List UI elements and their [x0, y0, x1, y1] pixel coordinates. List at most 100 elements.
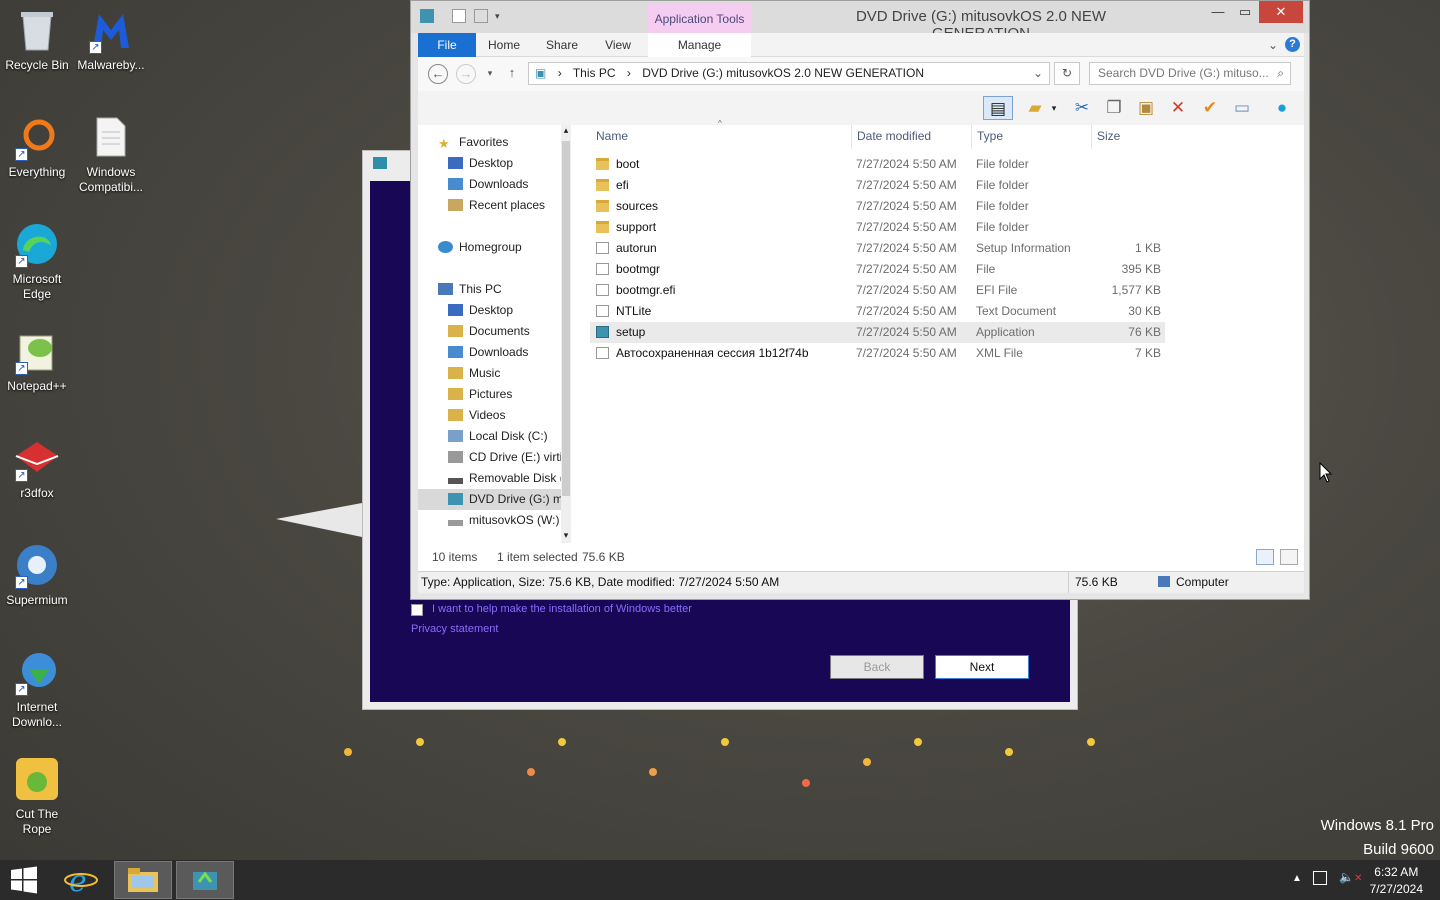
details-view-icon[interactable] [1256, 549, 1274, 565]
desktop-icon-everything[interactable]: ↗ Everything [0, 113, 74, 180]
nav-pc-pictures[interactable]: Pictures [448, 384, 578, 405]
nav-fav-recent[interactable]: Recent places [448, 195, 578, 216]
back-button[interactable]: Back [830, 655, 924, 679]
nav-local-disk[interactable]: Local Disk (C:) [448, 426, 578, 447]
desktop-icon-r3dfox[interactable]: ↗ r3dfox [0, 434, 74, 501]
application-tools-tab[interactable]: Application Tools [648, 4, 751, 34]
file-row[interactable]: bootmgr 7/27/2024 5:50 AM File 395 KB [590, 259, 1165, 280]
nav-pc-downloads[interactable]: Downloads [448, 342, 578, 363]
scroll-down-icon[interactable]: ▾ [561, 530, 571, 541]
desktop-icon-windows-compat[interactable]: Windows Compatibi... [74, 113, 148, 195]
tab-share[interactable]: Share [540, 33, 584, 57]
refresh-icon[interactable]: ↻ [1054, 62, 1080, 85]
copy-icon[interactable]: ❐ [1102, 96, 1126, 120]
file-row-selected[interactable]: setup 7/27/2024 5:50 AM Application 76 KB [590, 322, 1165, 343]
properties-icon[interactable] [452, 9, 466, 23]
column-name[interactable]: Name [596, 129, 628, 143]
privacy-statement-link[interactable]: Privacy statement [411, 623, 498, 635]
scroll-thumb[interactable] [562, 141, 570, 496]
start-button[interactable] [0, 861, 48, 899]
nav-fav-desktop[interactable]: Desktop [448, 153, 578, 174]
back-arrow-icon[interactable]: ← [428, 64, 448, 84]
breadcrumb-current[interactable]: DVD Drive (G:) mitusovkOS 2.0 NEW GENERA… [642, 66, 924, 80]
dropdown-icon[interactable]: ▾ [1048, 96, 1060, 120]
recent-locations-icon[interactable]: ▾ [480, 64, 500, 84]
help-icon[interactable]: ? [1285, 37, 1300, 52]
nav-fav-downloads[interactable]: Downloads [448, 174, 578, 195]
show-hidden-icons[interactable]: ▲ [1292, 873, 1302, 884]
next-button[interactable]: Next [935, 655, 1029, 679]
chevron-right-icon[interactable]: › [627, 66, 631, 80]
globe-icon[interactable]: ● [1270, 96, 1294, 120]
nav-mitusovkos[interactable]: mitusovkOS (W:) [448, 510, 563, 531]
expand-ribbon-icon[interactable]: ⌄ [1266, 33, 1280, 57]
taskbar-internet-explorer[interactable]: e [52, 861, 110, 899]
nav-scrollbar[interactable]: ▴ ▾ [561, 125, 571, 543]
desktop-icon-edge[interactable]: ↗ Microsoft Edge [0, 220, 74, 302]
improve-install-checkbox[interactable] [411, 604, 423, 616]
tab-home[interactable]: Home [482, 33, 526, 57]
desktop-icon-supermium[interactable]: ↗ Supermium [0, 541, 74, 608]
column-date[interactable]: Date modified [857, 129, 931, 143]
large-icons-view-icon[interactable] [1280, 549, 1298, 565]
taskbar-setup[interactable] [176, 861, 234, 899]
breadcrumb-this-pc[interactable]: This PC [573, 66, 616, 80]
column-separator[interactable] [971, 125, 972, 149]
column-separator[interactable] [1091, 125, 1092, 149]
scroll-up-icon[interactable]: ▴ [561, 125, 571, 136]
file-explorer-window[interactable]: ▾ Application Tools DVD Drive (G:) mitus… [410, 0, 1310, 600]
rename-icon[interactable]: ✔ [1198, 96, 1222, 120]
search-icon[interactable]: ⌕ [1277, 63, 1284, 84]
chevron-right-icon[interactable]: › [558, 66, 562, 80]
forward-arrow-icon[interactable]: → [456, 64, 476, 84]
new-folder-icon[interactable] [474, 9, 488, 23]
desktop-icon-cut-the-rope[interactable]: Cut The Rope [0, 755, 74, 837]
taskbar-file-explorer[interactable] [114, 861, 172, 899]
nav-dvd-drive[interactable]: DVD Drive (G:) m [418, 489, 563, 510]
file-row[interactable]: support 7/27/2024 5:50 AM File folder [590, 217, 1165, 238]
new-folder-icon[interactable]: ▰ [1023, 96, 1047, 120]
address-dropdown-icon[interactable]: ⌄ [1033, 63, 1043, 84]
desktop-icon-idm[interactable]: ↗ Internet Downlo... [0, 648, 74, 730]
up-arrow-icon[interactable]: ↑ [502, 64, 522, 84]
close-button[interactable]: ✕ [1259, 1, 1303, 23]
delete-icon[interactable]: ✕ [1166, 96, 1190, 120]
desktop-icon-notepadpp[interactable]: ↗ Notepad++ [0, 327, 74, 394]
file-row[interactable]: Автосохраненная сессия 1b12f74b 7/27/2024… [590, 343, 1165, 364]
network-icon[interactable] [1313, 871, 1327, 885]
file-row[interactable]: boot 7/27/2024 5:50 AM File folder [590, 154, 1165, 175]
nav-homegroup[interactable]: Homegroup [438, 237, 578, 258]
file-row[interactable]: efi 7/27/2024 5:50 AM File folder [590, 175, 1165, 196]
cut-icon[interactable]: ✂ [1070, 96, 1094, 120]
title-bar[interactable]: ▾ Application Tools DVD Drive (G:) mitus… [411, 1, 1309, 42]
file-row[interactable]: autorun 7/27/2024 5:50 AM Setup Informatio… [590, 238, 1165, 259]
address-input[interactable]: ▣ › This PC › DVD Drive (G:) mitusovkOS … [528, 62, 1050, 85]
nav-pc-videos[interactable]: Videos [448, 405, 578, 426]
nav-pc-documents[interactable]: Documents [448, 321, 578, 342]
column-type[interactable]: Type [977, 129, 1003, 143]
clock[interactable]: 6:32 AM 7/27/2024 [1370, 864, 1423, 898]
nav-pc-desktop[interactable]: Desktop [448, 300, 578, 321]
tab-view[interactable]: View [598, 33, 638, 57]
desktop-icon-recycle-bin[interactable]: Recycle Bin [0, 6, 74, 73]
tab-file[interactable]: File [418, 33, 476, 57]
column-size[interactable]: Size [1097, 129, 1120, 143]
nav-cd-drive[interactable]: CD Drive (E:) virti [448, 447, 563, 468]
properties-icon[interactable]: ▭ [1230, 96, 1254, 120]
desktop-icon-malwarebytes[interactable]: ↗ Malwareby... [74, 6, 148, 73]
nav-pc-music[interactable]: Music [448, 363, 578, 384]
customize-qat-icon[interactable]: ▾ [495, 9, 509, 23]
search-input[interactable]: Search DVD Drive (G:) mituso... ⌕ [1089, 62, 1291, 85]
navigation-pane-icon[interactable]: ▤ [983, 96, 1013, 120]
paste-icon[interactable]: ▣ [1134, 96, 1158, 120]
maximize-button[interactable]: ▭ [1231, 1, 1259, 23]
column-separator[interactable] [851, 125, 852, 149]
improve-install-label[interactable]: I want to help make the installation of … [432, 603, 692, 615]
file-row[interactable]: sources 7/27/2024 5:50 AM File folder [590, 196, 1165, 217]
minimize-button[interactable]: — [1204, 1, 1232, 23]
tab-manage[interactable]: Manage [648, 33, 751, 57]
nav-favorites[interactable]: ★ Favorites [438, 132, 578, 153]
nav-removable[interactable]: Removable Disk ( [448, 468, 563, 489]
file-row[interactable]: NTLite 7/27/2024 5:50 AM Text Document 30 K… [590, 301, 1165, 322]
volume-muted-icon[interactable]: 🔈✕ [1339, 870, 1362, 884]
